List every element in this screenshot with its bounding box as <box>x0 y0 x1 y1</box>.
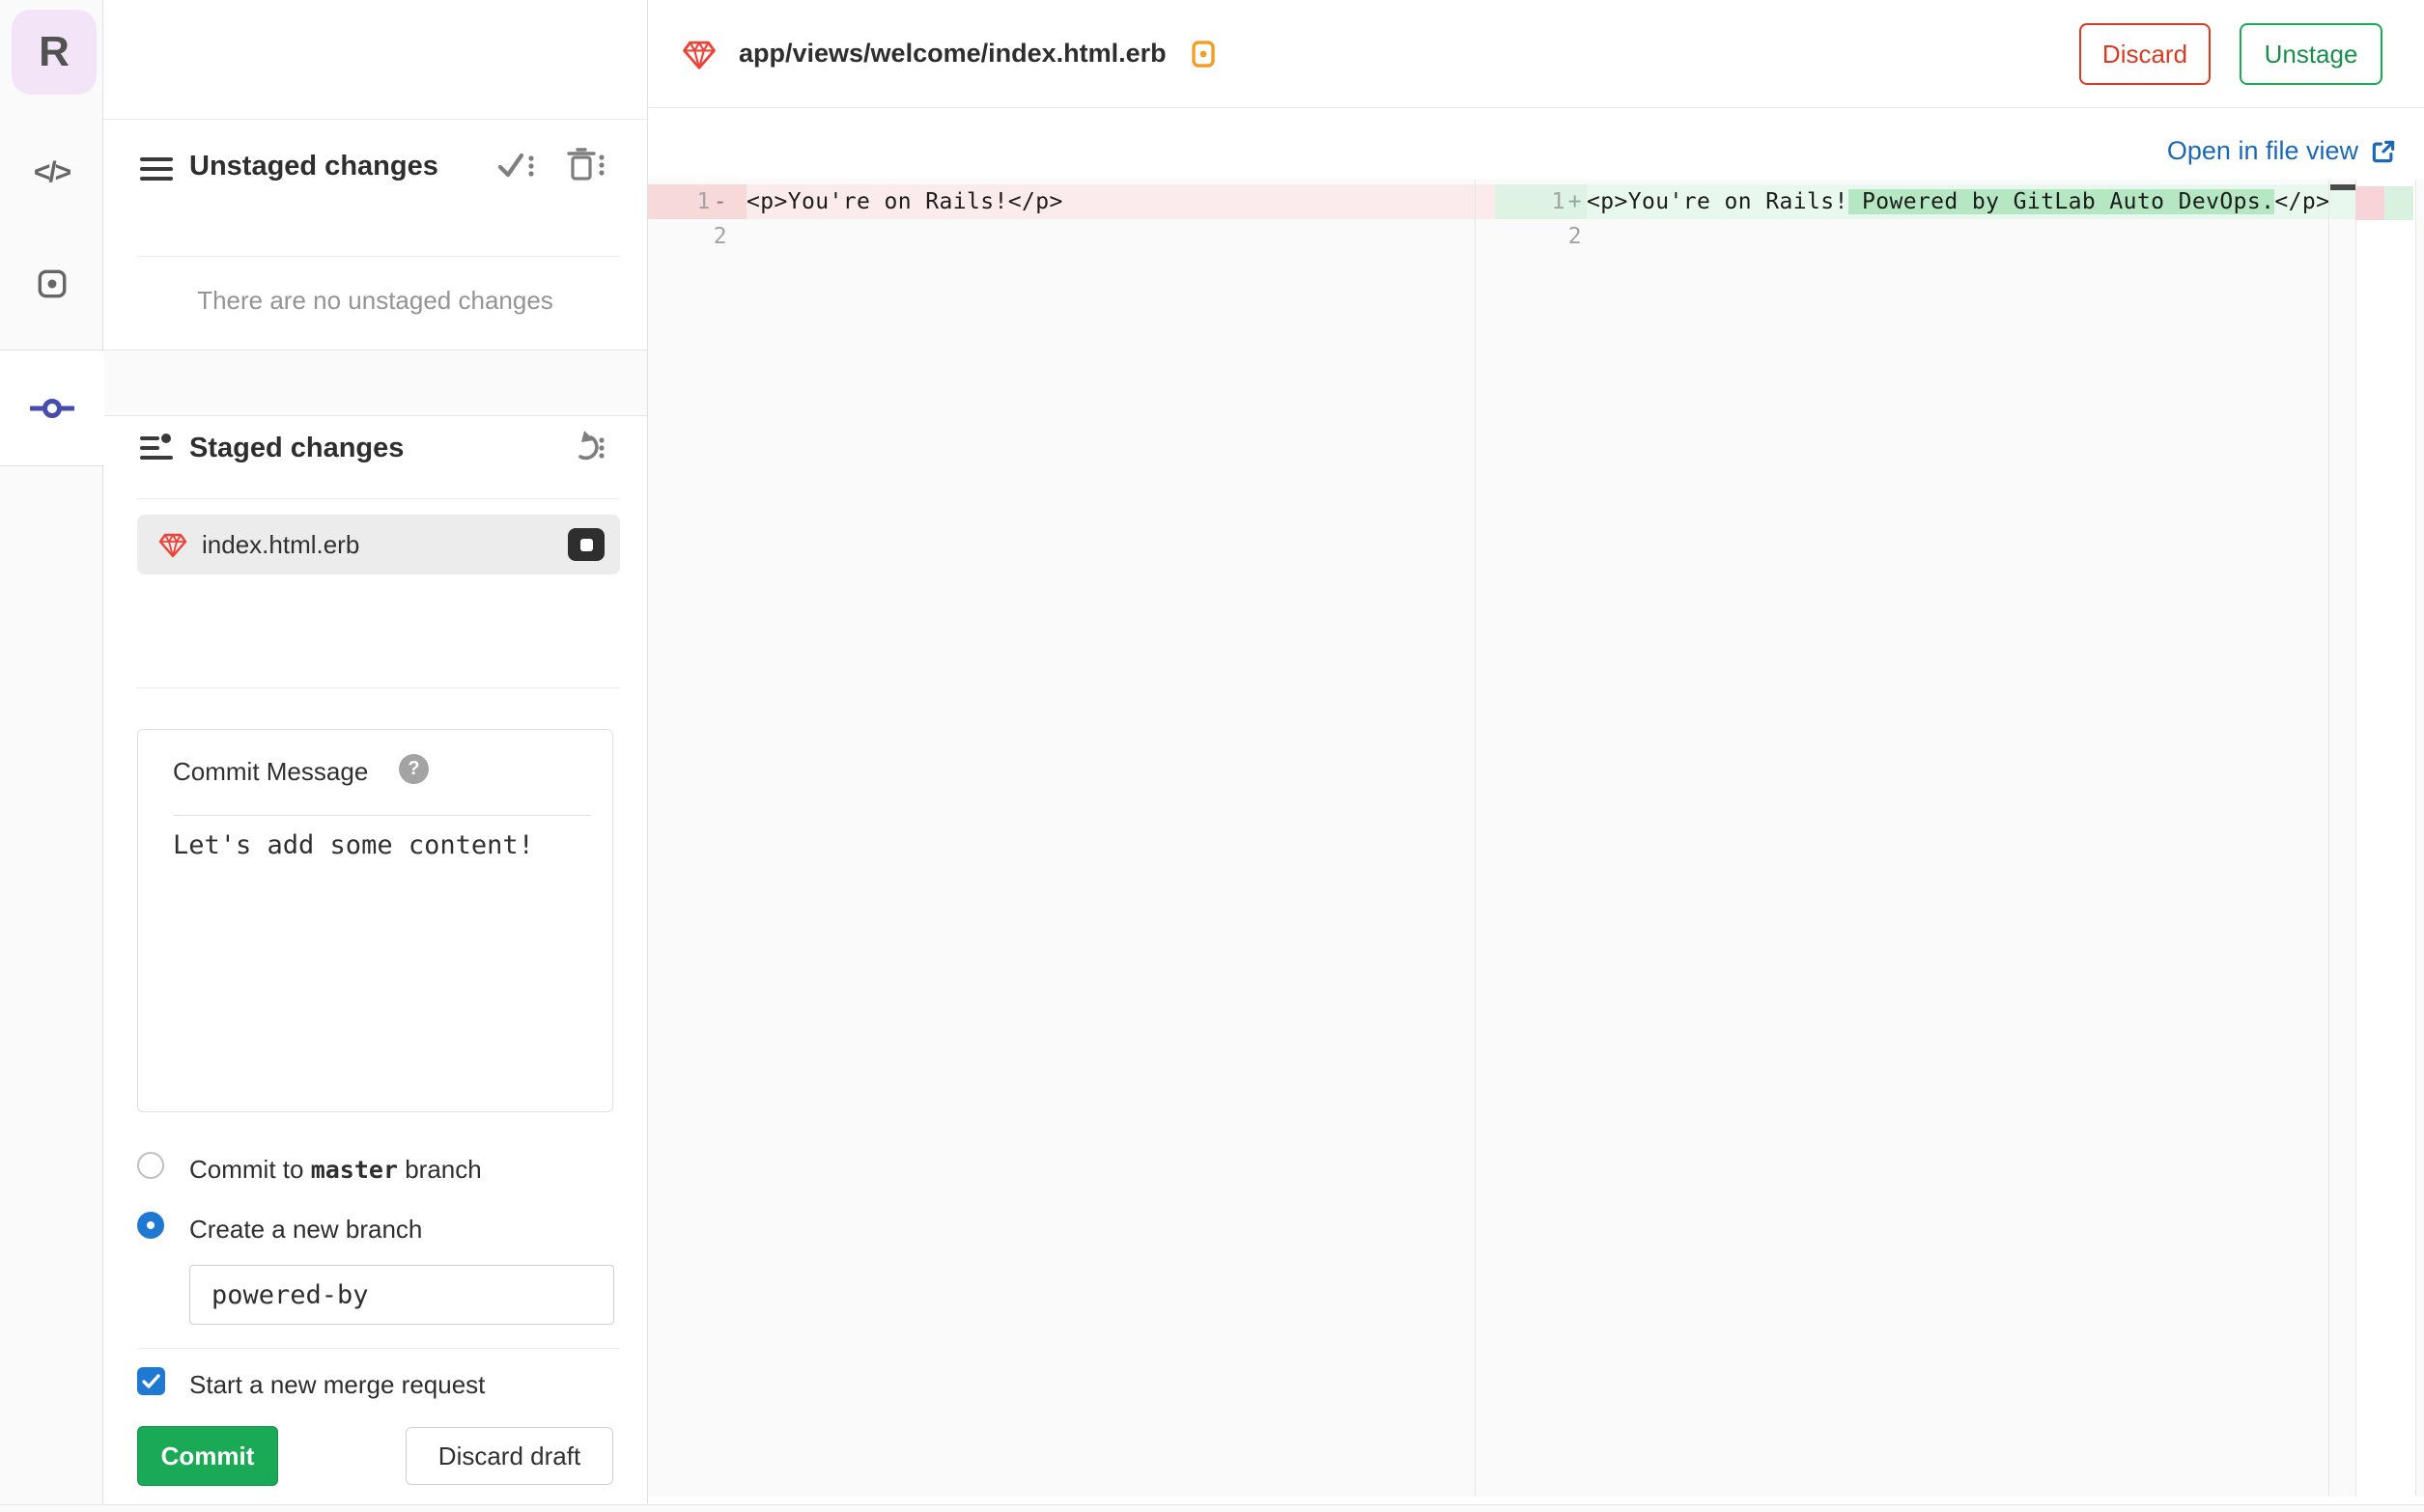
unstage-file-button[interactable]: Unstage <box>2240 23 2382 85</box>
overview-added-marker <box>2384 186 2413 220</box>
unstaged-section-title: Unstaged changes <box>189 151 438 182</box>
commit-message-card: Commit Message ? Let's add some content! <box>137 729 613 1112</box>
scrollbar-track-line <box>2355 180 2356 1497</box>
radio-create-new-branch[interactable] <box>137 1212 164 1239</box>
scrollbar-slider[interactable] <box>2330 184 2355 190</box>
line-number-gutter: 2 <box>648 219 747 254</box>
staged-file-row[interactable]: index.html.erb <box>137 515 620 574</box>
editor-background <box>648 180 2424 1497</box>
code-inline-added: Powered by GitLab Auto DevOps. <box>1847 189 2275 214</box>
file-modified-badge <box>568 528 605 561</box>
ruler-line <box>1475 180 1476 1497</box>
radio-commit-to-master-label[interactable]: Commit to master branch <box>189 1155 482 1185</box>
diff-context-line: 2 <box>1495 219 2424 254</box>
review-mode-icon[interactable] <box>0 266 103 301</box>
line-number-gutter: 2 <box>1495 219 1587 254</box>
commit-message-label: Commit Message <box>173 757 369 786</box>
commit-message-input[interactable]: Let's add some content! <box>173 830 534 860</box>
commit-to-text: Commit to <box>189 1155 311 1184</box>
radio-create-new-branch-label[interactable]: Create a new branch <box>189 1215 422 1245</box>
overview-ruler-strip <box>2355 180 2415 1497</box>
divider <box>173 815 591 816</box>
staged-section-title: Staged changes <box>189 433 405 463</box>
stage-all-button[interactable] <box>494 147 537 185</box>
diff-editor: app/views/welcome/index.html.erb Discard… <box>647 0 2424 1504</box>
scrollbar-track-line <box>2415 180 2416 1497</box>
line-number: 1 <box>1551 189 1565 214</box>
commit-mode-tab[interactable] <box>0 350 104 466</box>
editor-header: app/views/welcome/index.html.erb Discard… <box>648 0 2424 108</box>
activity-bar: </> <box>0 0 104 1504</box>
removed-sign: - <box>713 189 727 214</box>
file-changed-icon <box>1190 39 1217 70</box>
diff-removed-line: 1- <p>You're on Rails!</p> <box>648 184 1495 219</box>
discard-file-button[interactable]: Discard <box>2079 23 2211 85</box>
ruby-file-icon <box>157 529 188 560</box>
diff-original-pane: 1- <p>You're on Rails!</p> 2 <box>648 184 1495 254</box>
divider <box>103 119 647 120</box>
ruler-line <box>2328 180 2329 1497</box>
added-sign: + <box>1567 189 1582 214</box>
check-icon <box>142 1374 160 1388</box>
line-number-gutter: 1- <box>648 184 747 219</box>
external-link-icon <box>2372 140 2395 162</box>
start-merge-request-label[interactable]: Start a new merge request <box>189 1370 485 1400</box>
commit-button[interactable]: Commit <box>137 1426 278 1486</box>
staged-file-name: index.html.erb <box>202 530 360 559</box>
line-number: 1 <box>696 189 711 214</box>
added-code-text: <p>You're on Rails! Powered by GitLab Au… <box>1587 184 2355 219</box>
open-file-path: app/views/welcome/index.html.erb <box>739 39 1167 68</box>
master-branch-name: master <box>310 1156 398 1184</box>
help-icon[interactable]: ? <box>399 754 429 784</box>
section-gap <box>103 350 647 416</box>
unstaged-list-icon <box>139 153 174 185</box>
diff-added-line: 1 + <p>You're on Rails! Powered by GitLab… <box>1495 184 2424 219</box>
divider <box>137 256 620 257</box>
branch-text: branch <box>398 1155 482 1184</box>
status-bar <box>0 1504 2424 1512</box>
code-unchanged: <p>You're on Rails! <box>1587 189 1848 214</box>
open-in-file-view-link[interactable]: Open in file view <box>2167 136 2397 166</box>
commit-panel: Unstaged changes There are no unstaged c… <box>103 0 647 1504</box>
overview-removed-marker <box>2355 186 2384 220</box>
radio-commit-to-master[interactable] <box>137 1152 164 1179</box>
line-number-gutter: 1 + <box>1495 184 1587 219</box>
divider <box>137 1348 620 1349</box>
unstaged-empty-message: There are no unstaged changes <box>197 286 553 315</box>
open-in-file-view-label: Open in file view <box>2166 136 2358 165</box>
divider <box>137 687 620 688</box>
line-number: 2 <box>1567 224 1582 249</box>
project-avatar[interactable]: R <box>12 10 97 95</box>
commit-icon <box>30 398 74 418</box>
ruby-file-icon <box>681 36 718 72</box>
start-merge-request-checkbox[interactable] <box>137 1367 165 1395</box>
staged-list-icon <box>139 432 174 464</box>
unstage-all-button[interactable] <box>565 429 607 467</box>
discard-all-button[interactable] <box>565 145 607 185</box>
removed-code-text: <p>You're on Rails!</p> <box>747 184 1495 219</box>
code-unchanged: </p> <box>2274 189 2330 214</box>
diff-modified-pane: 1 + <p>You're on Rails! Powered by GitLab… <box>1495 184 2424 254</box>
discard-draft-button[interactable]: Discard draft <box>406 1427 613 1485</box>
diff-context-line: 2 <box>648 219 1495 254</box>
divider <box>137 498 620 499</box>
line-number: 2 <box>713 224 727 249</box>
new-branch-name-input[interactable] <box>189 1265 614 1325</box>
edit-mode-icon[interactable]: </> <box>0 156 103 189</box>
